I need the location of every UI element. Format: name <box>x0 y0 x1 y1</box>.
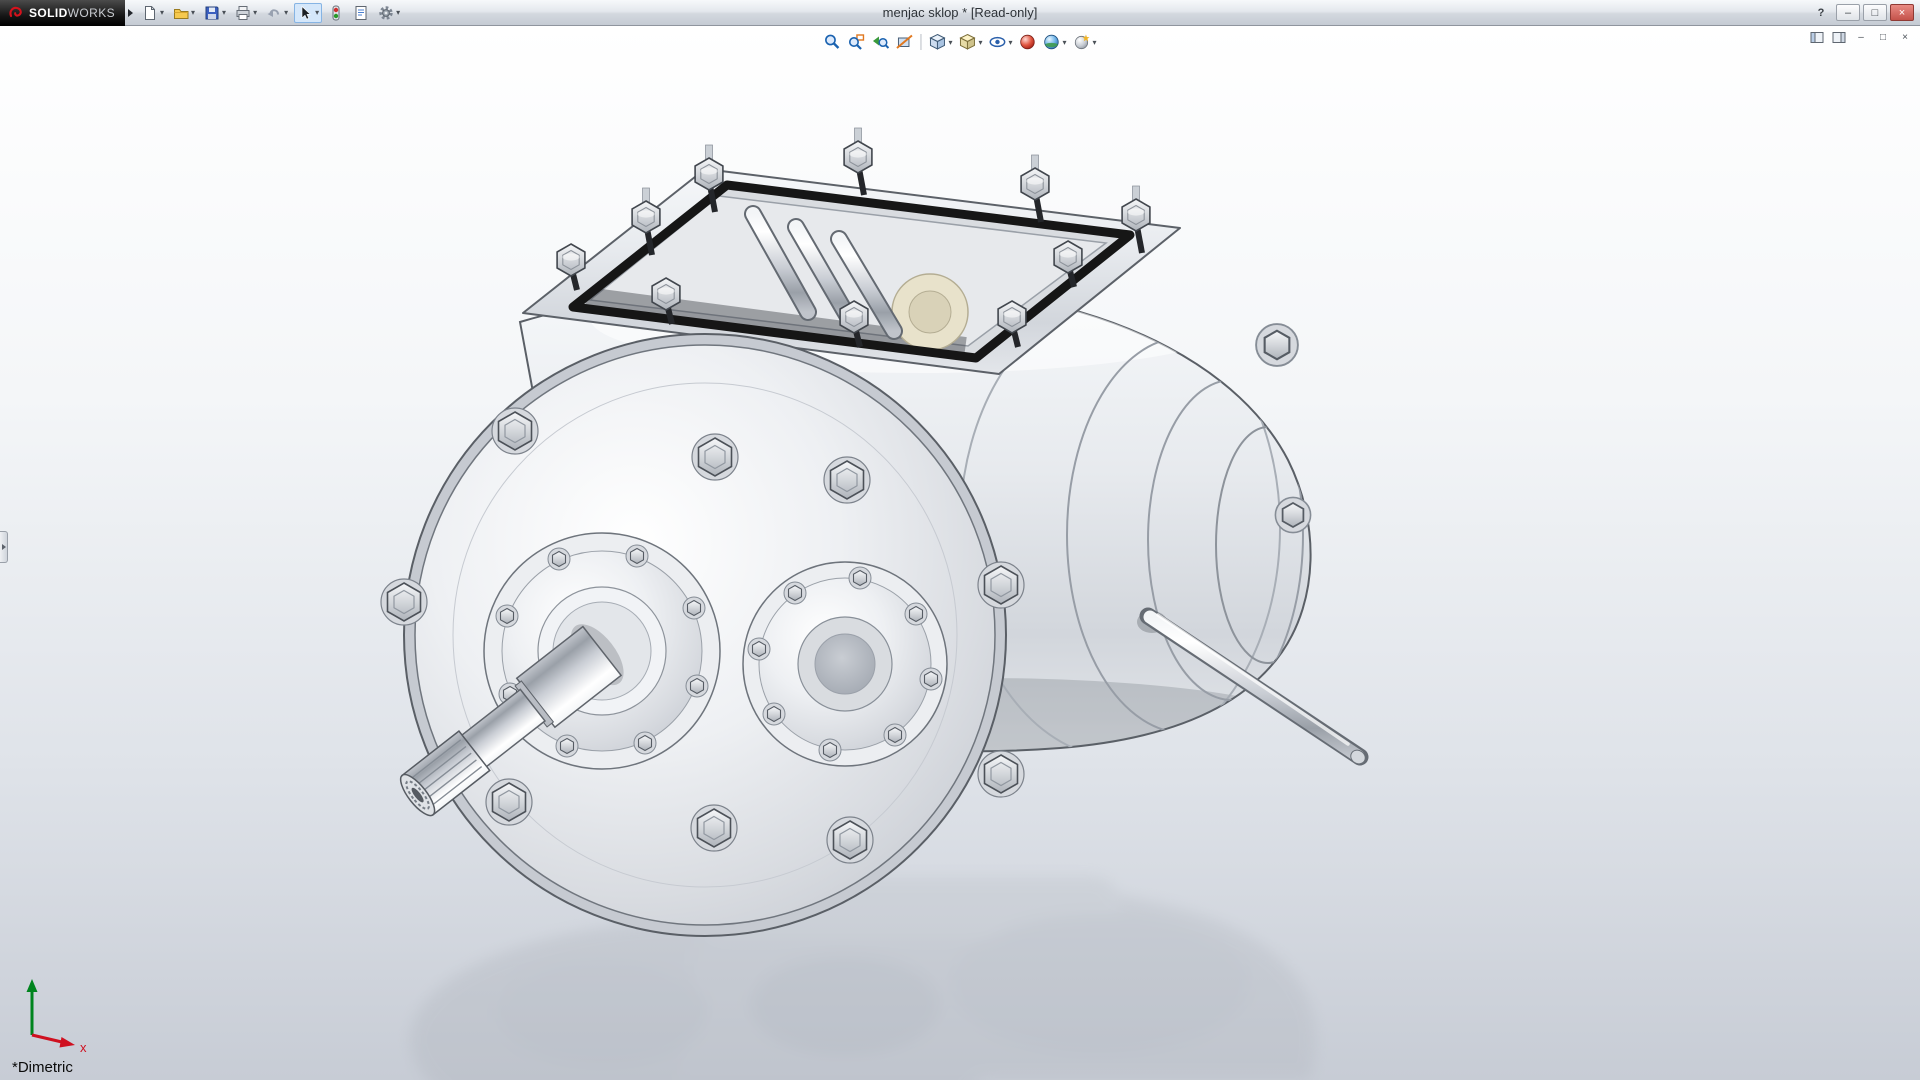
zoom-to-area-button[interactable] <box>845 31 867 53</box>
previous-view-icon <box>872 36 890 49</box>
edit-appearance-button[interactable] <box>1017 31 1039 53</box>
options-button[interactable] <box>375 3 403 23</box>
solidworks-window: SOLIDWORKS ▾ ▾ ▾ ▾ ▾ ▾ ▾ menjac sklop * … <box>0 0 1920 1080</box>
scene-sphere-icon <box>1044 34 1059 50</box>
model-reflection <box>410 876 1316 1080</box>
main-toolbar <box>139 2 403 23</box>
rebuild-button[interactable] <box>325 3 347 23</box>
maximize-button[interactable]: □ <box>1863 4 1887 21</box>
view-orientation-label: *Dimetric <box>12 1059 73 1076</box>
orientation-triad: x <box>26 979 87 1055</box>
doc-close-button[interactable]: × <box>1896 30 1914 45</box>
undo-arrow-icon <box>267 8 280 17</box>
close-button[interactable]: × <box>1890 4 1914 21</box>
print-button[interactable] <box>232 3 260 23</box>
view-settings-button[interactable] <box>1071 31 1099 53</box>
view-cube-icon <box>929 33 946 50</box>
options-gear-icon <box>379 5 393 20</box>
section-view-icon <box>896 34 913 49</box>
new-button[interactable] <box>139 3 167 23</box>
save-button[interactable] <box>201 3 229 23</box>
undo-button[interactable] <box>263 3 291 23</box>
eye-icon <box>989 36 1006 48</box>
heads-up-view-toolbar <box>821 31 1098 53</box>
toolbar-separator <box>920 34 922 50</box>
cover-studs-and-nuts <box>556 127 1151 348</box>
previous-view-button[interactable] <box>869 31 891 53</box>
right-pane-icon <box>1832 32 1846 43</box>
doc-minimize-button[interactable]: – <box>1852 30 1870 45</box>
zoom-to-area-icon <box>848 34 865 50</box>
select-cursor-icon <box>301 5 312 20</box>
window-controls: ? – □ × <box>1809 4 1920 21</box>
featuremanager-splitter-tab[interactable] <box>0 531 8 563</box>
select-button[interactable] <box>294 2 323 23</box>
cover-gasket <box>568 180 1135 363</box>
open-folder-icon <box>174 8 189 19</box>
file-properties-button[interactable] <box>350 3 372 23</box>
menu-flyout-arrow-icon[interactable] <box>128 8 134 17</box>
gearbox-3d-model <box>380 127 1369 1080</box>
open-button[interactable] <box>170 3 198 23</box>
left-pane-icon <box>1810 32 1824 43</box>
dassault-swirl-icon <box>9 6 22 17</box>
x-axis-arrow <box>59 1037 75 1048</box>
file-properties-icon <box>355 5 367 20</box>
apply-scene-button[interactable] <box>1041 31 1069 53</box>
save-floppy-icon <box>205 6 219 19</box>
input-shaft <box>399 624 624 817</box>
appearance-sphere-icon <box>1020 34 1035 50</box>
solidworks-logo: SOLIDWORKS <box>0 0 126 26</box>
input-bearing-boss <box>483 532 721 770</box>
y-axis-arrow <box>26 979 38 992</box>
zoom-to-fit-icon <box>825 34 840 49</box>
printer-icon <box>236 5 250 20</box>
display-pane-button[interactable] <box>1830 30 1848 45</box>
realview-sphere-icon <box>1074 34 1090 50</box>
section-view-button[interactable] <box>893 31 915 53</box>
doc-restore-button[interactable]: □ <box>1874 30 1892 45</box>
graphics-area[interactable]: – □ × <box>0 26 1920 1080</box>
hide-show-items-button[interactable] <box>986 31 1014 53</box>
featuremanager-pane-button[interactable] <box>1808 30 1826 45</box>
x-axis-label: x <box>80 1040 87 1055</box>
display-style-cube-icon <box>959 33 976 50</box>
brand-text-works: WORKS <box>67 5 116 20</box>
view-orientation-button[interactable] <box>926 31 954 53</box>
front-flange <box>380 333 1025 937</box>
output-bearing-boss <box>742 561 948 767</box>
zoom-to-fit-button[interactable] <box>821 31 843 53</box>
rebuild-trafficlight-icon <box>332 5 340 20</box>
new-document-icon <box>145 5 156 20</box>
help-button[interactable]: ? <box>1809 4 1833 21</box>
display-style-button[interactable] <box>956 31 984 53</box>
brand-text-solid: SOLID <box>29 5 68 20</box>
minimize-button[interactable]: – <box>1836 4 1860 21</box>
document-window-controls: – □ × <box>1808 30 1914 45</box>
titlebar: SOLIDWORKS ▾ ▾ ▾ ▾ ▾ ▾ ▾ menjac sklop * … <box>0 0 1920 26</box>
